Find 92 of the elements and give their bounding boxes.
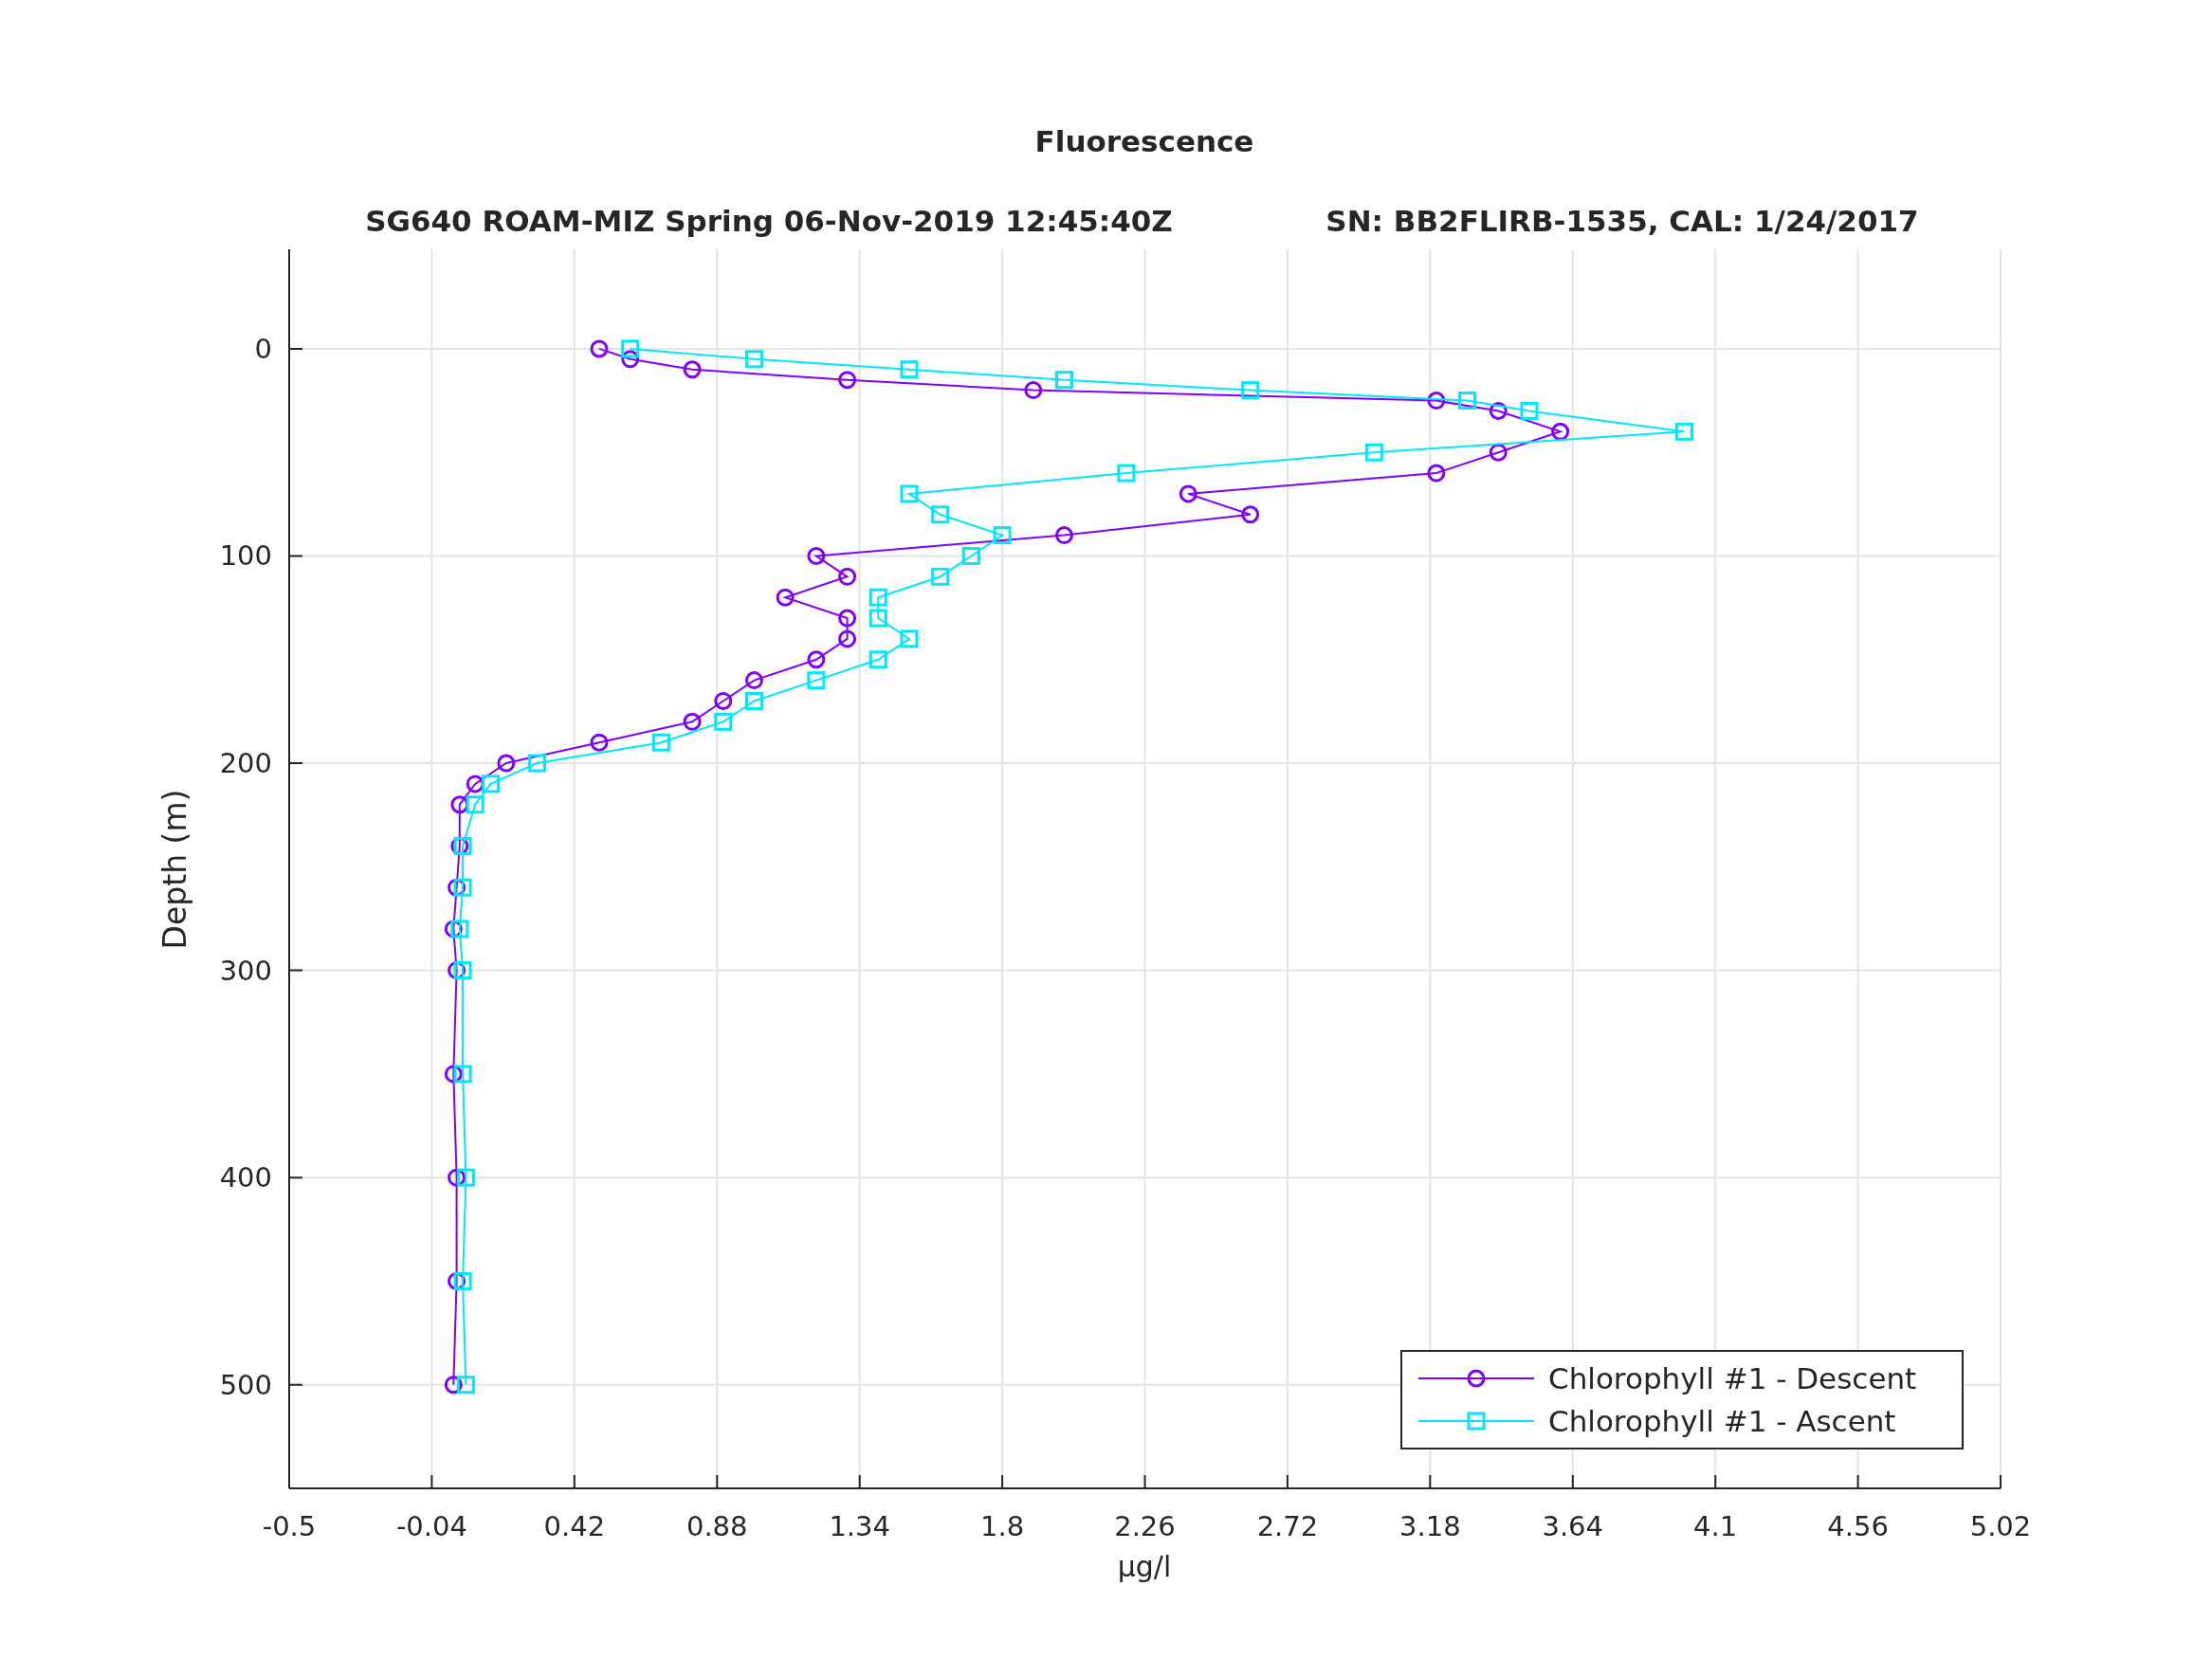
tick-label: 400 — [219, 1161, 272, 1194]
chart-subtitle: SG640 ROAM-MIZ Spring 06-Nov-2019 12:45:40Z — [365, 204, 1173, 238]
legend-label: Chlorophyll #1 - Ascent — [1548, 1404, 1896, 1438]
data-marker — [745, 350, 763, 369]
data-marker — [683, 712, 702, 731]
data-marker — [466, 795, 484, 814]
tick-label: 100 — [219, 539, 272, 573]
data-marker — [868, 650, 887, 669]
data-marker — [1520, 402, 1539, 420]
data-marker — [590, 339, 609, 358]
data-marker — [900, 484, 919, 503]
data-marker — [590, 733, 609, 752]
tick-label: 0.88 — [686, 1510, 748, 1542]
tick-label: 500 — [219, 1368, 272, 1401]
data-marker — [528, 754, 547, 773]
data-marker — [745, 671, 763, 690]
tick-label: 3.64 — [1542, 1510, 1604, 1542]
data-marker — [961, 546, 980, 565]
tick-label: 0 — [254, 332, 272, 365]
data-marker — [714, 691, 733, 710]
chart-title: Fluorescence — [1034, 124, 1254, 158]
tick-label: 2.72 — [1256, 1510, 1319, 1542]
data-marker — [448, 878, 466, 897]
data-marker — [453, 1271, 472, 1290]
data-marker — [1241, 505, 1260, 524]
data-marker — [450, 795, 469, 814]
tick-label: 4.1 — [1693, 1510, 1738, 1542]
data-marker — [448, 1168, 466, 1187]
tick-label: 4.56 — [1827, 1510, 1889, 1542]
data-marker — [1489, 443, 1508, 462]
data-marker — [838, 609, 857, 628]
data-marker — [838, 629, 857, 648]
data-marker — [1551, 422, 1570, 441]
tick-label: 200 — [219, 747, 272, 780]
tick-label: 5.02 — [1969, 1510, 2032, 1542]
data-marker — [900, 360, 919, 379]
axis-label: μg/l — [1117, 1550, 1172, 1583]
tick-label: 3.18 — [1399, 1510, 1461, 1542]
axis-label: Depth (m) — [156, 789, 193, 950]
data-marker — [497, 754, 516, 773]
data-marker — [453, 961, 472, 980]
tick-label: 2.26 — [1114, 1510, 1176, 1542]
data-marker — [868, 588, 887, 607]
data-marker — [683, 360, 702, 379]
data-marker — [931, 567, 950, 586]
tick-label: -0.5 — [262, 1510, 317, 1542]
data-marker — [1364, 443, 1383, 462]
tick-label: 0.42 — [543, 1510, 606, 1542]
data-marker — [1055, 371, 1073, 390]
data-marker — [444, 1376, 463, 1395]
data-marker — [448, 1271, 466, 1290]
data-marker — [838, 371, 857, 390]
data-marker — [1117, 464, 1136, 483]
tick-label: 1.8 — [980, 1510, 1025, 1542]
data-marker — [900, 629, 919, 648]
data-marker — [444, 1065, 463, 1084]
data-marker — [1427, 464, 1446, 483]
data-marker — [621, 339, 640, 358]
data-marker — [714, 712, 733, 731]
data-marker — [1241, 381, 1260, 400]
data-marker — [482, 775, 501, 793]
data-marker — [745, 691, 763, 710]
data-marker — [453, 1065, 472, 1084]
data-marker — [1024, 381, 1043, 400]
tick-label: 300 — [219, 954, 272, 987]
data-marker — [1458, 392, 1477, 410]
data-marker — [776, 588, 795, 607]
data-marker — [807, 650, 826, 669]
data-marker — [1055, 526, 1073, 545]
chart-subtitle: SN: BB2FLIRB-1535, CAL: 1/24/2017 — [1325, 204, 1919, 238]
data-marker — [448, 961, 466, 980]
data-marker — [453, 878, 472, 897]
data-marker — [1427, 392, 1446, 410]
data-marker — [838, 567, 857, 586]
data-marker — [807, 671, 826, 690]
data-marker — [931, 505, 950, 524]
data-marker — [1179, 484, 1197, 503]
data-marker — [807, 546, 826, 565]
tick-label: -0.04 — [395, 1510, 467, 1542]
data-marker — [456, 1376, 475, 1395]
tick-label: 1.34 — [829, 1510, 890, 1542]
data-marker — [651, 733, 670, 752]
data-marker — [1674, 422, 1693, 441]
data-marker — [444, 920, 463, 939]
data-marker — [993, 526, 1012, 545]
data-marker — [1489, 402, 1508, 420]
legend-label: Chlorophyll #1 - Descent — [1548, 1361, 1917, 1395]
data-marker — [466, 775, 484, 793]
data-marker — [456, 1168, 475, 1187]
data-marker — [621, 350, 640, 369]
data-marker — [450, 920, 469, 939]
data-marker — [868, 609, 887, 628]
